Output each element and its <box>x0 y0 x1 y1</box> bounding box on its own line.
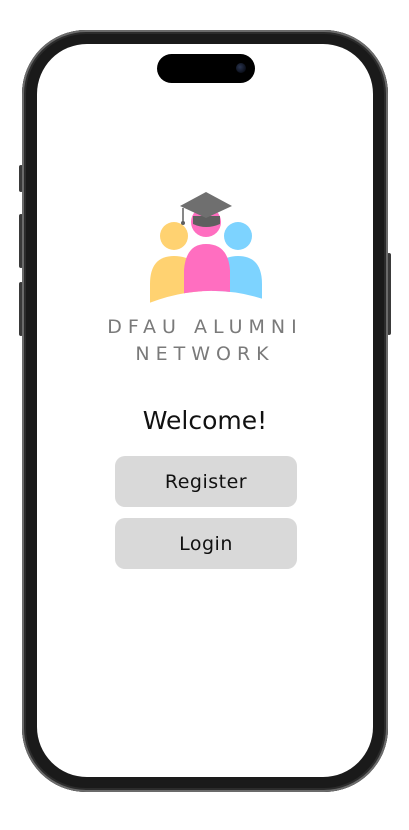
device-mockup: DFAU ALUMNI NETWORK Welcome! Register Lo… <box>0 0 409 830</box>
center-person-body <box>184 244 230 306</box>
right-person-head <box>224 222 252 250</box>
brand-name-line1: DFAU ALUMNI <box>107 316 303 338</box>
welcome-heading: Welcome! <box>142 406 268 435</box>
register-button[interactable]: Register <box>115 456 297 507</box>
alumni-graduation-logo-icon <box>150 192 262 306</box>
camera-icon <box>236 63 246 73</box>
dynamic-island <box>157 54 255 83</box>
app-screen: DFAU ALUMNI NETWORK Welcome! Register Lo… <box>37 44 373 777</box>
login-button[interactable]: Login <box>115 518 297 569</box>
brand-name-line2: NETWORK <box>135 343 275 365</box>
graduation-cap-icon <box>180 192 232 227</box>
left-person-head <box>160 222 188 250</box>
